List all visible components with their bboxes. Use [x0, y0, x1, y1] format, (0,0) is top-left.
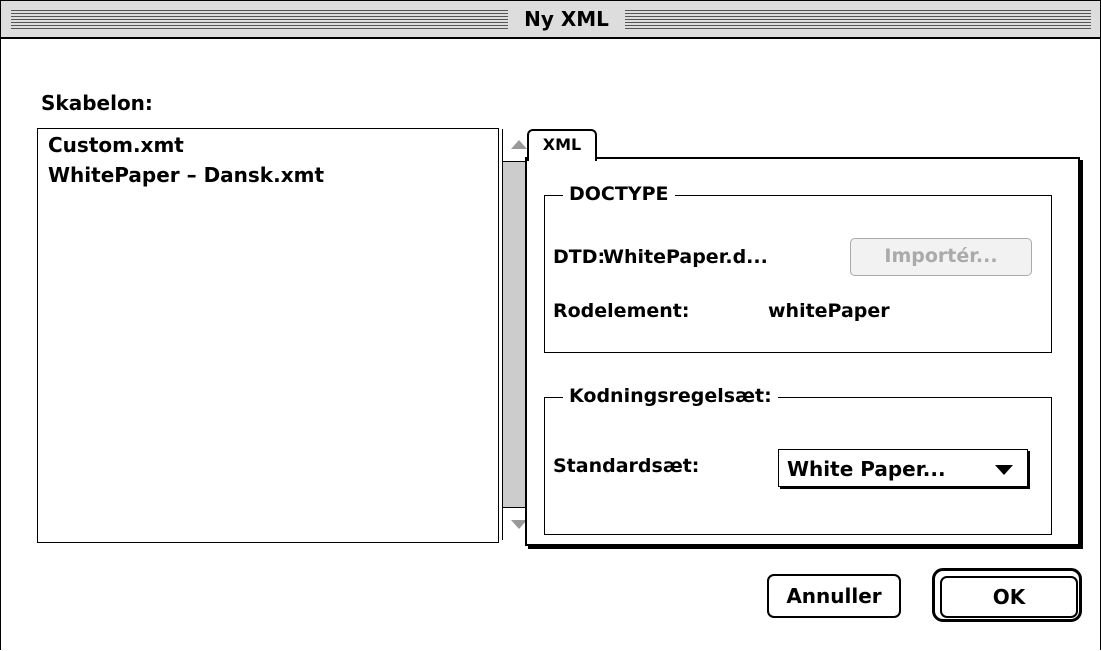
- list-item[interactable]: WhitePaper – Dansk.xmt: [48, 163, 324, 187]
- doctype-group-title: DOCTYPE: [563, 183, 675, 205]
- window-title: Ny XML: [508, 1, 625, 37]
- tab-panel-xml: DOCTYPE DTD: WhitePaper.d... Importér...…: [525, 157, 1080, 546]
- standard-set-popup[interactable]: White Paper...: [778, 449, 1028, 487]
- cancel-button[interactable]: Annuller: [767, 574, 901, 618]
- title-bar[interactable]: Ny XML: [1, 1, 1100, 39]
- import-button[interactable]: Importér...: [850, 238, 1032, 276]
- dtd-label: DTD:: [553, 246, 606, 268]
- tab-xml[interactable]: XML: [527, 129, 597, 161]
- template-label: Skabelon:: [41, 91, 153, 115]
- ok-button[interactable]: OK: [940, 576, 1078, 618]
- standard-set-label: Standardsæt:: [553, 455, 700, 477]
- root-element-label: Rodelement:: [553, 300, 690, 322]
- dialog-window: Ny XML Skabelon: Custom.xmt WhitePaper –…: [0, 0, 1101, 650]
- doctype-group: DOCTYPE DTD: WhitePaper.d... Importér...…: [544, 183, 1052, 353]
- title-bar-stripes-left: [11, 10, 508, 30]
- dtd-value: WhitePaper.d...: [603, 246, 768, 268]
- dropdown-triangle-icon: [995, 465, 1013, 475]
- arrow-up-icon: [511, 140, 527, 149]
- encoding-group: Kodningsregelsæt: Standardsæt: White Pap…: [544, 385, 1052, 535]
- standard-set-value: White Paper...: [787, 457, 946, 481]
- ok-button-default-ring: OK: [932, 568, 1082, 622]
- root-element-value: whitePaper: [768, 300, 890, 322]
- title-bar-stripes-right: [625, 10, 1091, 30]
- list-item[interactable]: Custom.xmt: [48, 133, 184, 157]
- template-list[interactable]: Custom.xmt WhitePaper – Dansk.xmt: [37, 128, 534, 543]
- encoding-group-title: Kodningsregelsæt:: [563, 385, 778, 407]
